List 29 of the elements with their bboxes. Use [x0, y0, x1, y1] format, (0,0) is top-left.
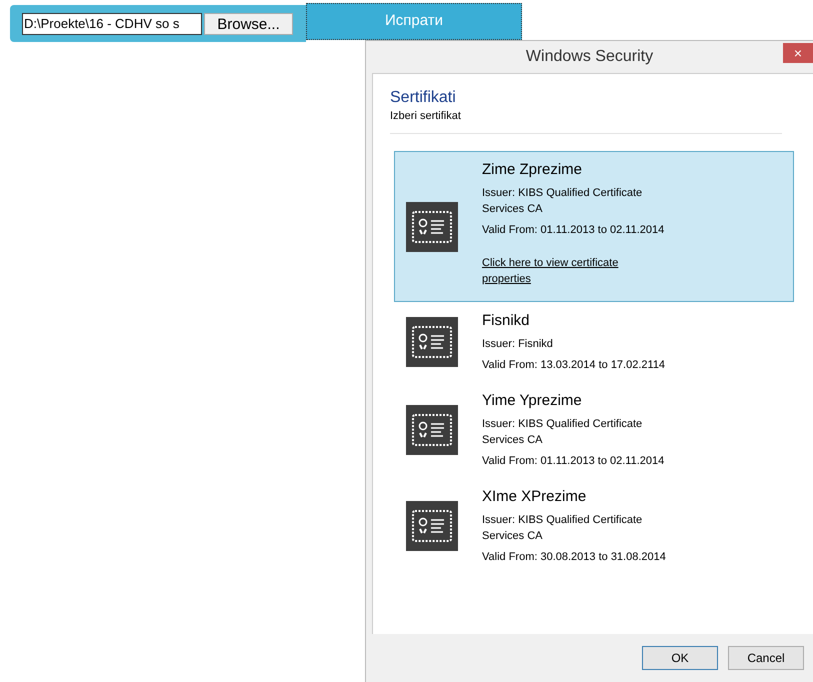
ok-button[interactable]: OK — [642, 646, 718, 670]
certificate-name: Yime Yprezime — [482, 391, 583, 411]
certificate-issuer: Issuer: KIBS Qualified Certificate Services CA — [482, 186, 644, 217]
file-path-field[interactable]: D:\Proekte\16 - CDHV so s — [22, 12, 202, 34]
certificate-icon — [406, 317, 458, 367]
certificate-validity: Valid From: 30.08.2013 to 31.08.2014 — [482, 550, 667, 565]
certificate-icon — [406, 405, 458, 455]
certificate-validity: Valid From: 01.11.2013 to 02.11.2014 — [482, 454, 666, 469]
certificate-icon — [406, 501, 458, 551]
certificate-name: Zime Zprezime — [482, 160, 584, 180]
certificate-issuer: Issuer: Fisnikd — [482, 337, 554, 352]
certificate-issuer: Issuer: KIBS Qualified Certificate Services CA — [482, 513, 644, 544]
certificate-validity: Valid From: 13.03.2014 to 17.02.2114 — [482, 358, 666, 373]
certificate-item[interactable]: Yime Yprezime Issuer: KIBS Qualified Certificate Services CA Valid From: 01.11.2013 to 02.11.2014 — [394, 382, 794, 478]
browse-button[interactable]: Browse... — [204, 12, 293, 34]
dialog-subheading: Izberi sertifikat — [390, 109, 462, 124]
view-properties-link[interactable]: Click here to view certificate properties — [482, 255, 647, 287]
close-button[interactable]: × — [783, 43, 813, 63]
certificate-icon — [406, 202, 458, 252]
certificate-validity: Valid From: 01.11.2013 to 02.11.2014 — [482, 223, 666, 238]
certificate-item[interactable]: Zime Zprezime Issuer: KIBS Qualified Certificate Services CA Valid From: 01.11.2013 to 02.11.2014 Click here to view certificate properties — [394, 151, 794, 302]
certificate-item[interactable]: XIme XPrezime Issuer: KIBS Qualified Certificate Services CA Valid From: 30.08.2013 to 31.08.2014 — [394, 478, 794, 574]
dialog-heading: Sertifikati — [390, 88, 457, 108]
certificate-name: XIme XPrezime — [482, 487, 588, 507]
certificate-item[interactable]: Fisnikd Issuer: Fisnikd Valid From: 13.03.2014 to 17.02.2114 — [394, 302, 794, 382]
window-title: Windows Security — [526, 47, 654, 67]
certificate-name: Fisnikd — [482, 311, 531, 331]
cancel-button[interactable]: Cancel — [728, 646, 804, 670]
certificate-issuer: Issuer: KIBS Qualified Certificate Services CA — [482, 417, 644, 448]
